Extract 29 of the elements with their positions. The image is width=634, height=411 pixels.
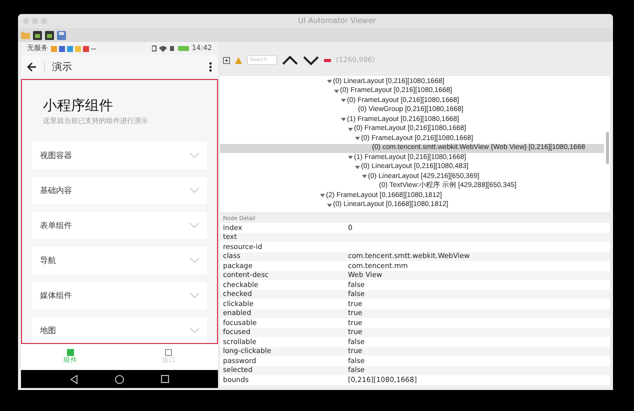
chevron-down-icon bbox=[190, 153, 199, 158]
status-icons bbox=[152, 45, 190, 52]
component-category-item[interactable]: 导航 bbox=[32, 247, 207, 274]
component-category-item[interactable]: 媒体组件 bbox=[32, 282, 207, 309]
chevron-down-icon[interactable] bbox=[303, 56, 319, 64]
component-category-item[interactable]: 视图容器 bbox=[32, 142, 207, 169]
more-icon[interactable] bbox=[209, 62, 212, 72]
chevron-down-icon bbox=[190, 328, 199, 333]
scrollbar-thumb[interactable] bbox=[606, 132, 608, 164]
save-icon[interactable] bbox=[57, 30, 66, 40]
minus-icon[interactable] bbox=[324, 58, 331, 62]
chevron-down-icon bbox=[190, 223, 199, 228]
chevron-down-icon bbox=[190, 258, 199, 263]
expand-all-icon[interactable] bbox=[223, 56, 230, 64]
tab-icon bbox=[165, 348, 172, 356]
component-category-item[interactable]: 基础内容 bbox=[32, 177, 207, 204]
recents-nav-icon[interactable] bbox=[161, 375, 170, 383]
chevron-up-icon[interactable] bbox=[282, 56, 298, 64]
chevron-down-icon bbox=[190, 188, 199, 193]
chevron-down-icon bbox=[190, 293, 199, 298]
page-title: 小程序组件 bbox=[43, 98, 114, 116]
tab-icon bbox=[66, 348, 74, 356]
notification-icons bbox=[51, 46, 99, 52]
home-nav-icon[interactable] bbox=[114, 374, 124, 384]
back-nav-icon[interactable] bbox=[70, 374, 78, 384]
component-category-item[interactable]: 表单组件 bbox=[32, 212, 207, 239]
app-bar-title: 演示 bbox=[52, 60, 72, 74]
component-category-item[interactable]: 地图 bbox=[32, 317, 207, 343]
back-arrow-icon[interactable] bbox=[27, 62, 37, 72]
